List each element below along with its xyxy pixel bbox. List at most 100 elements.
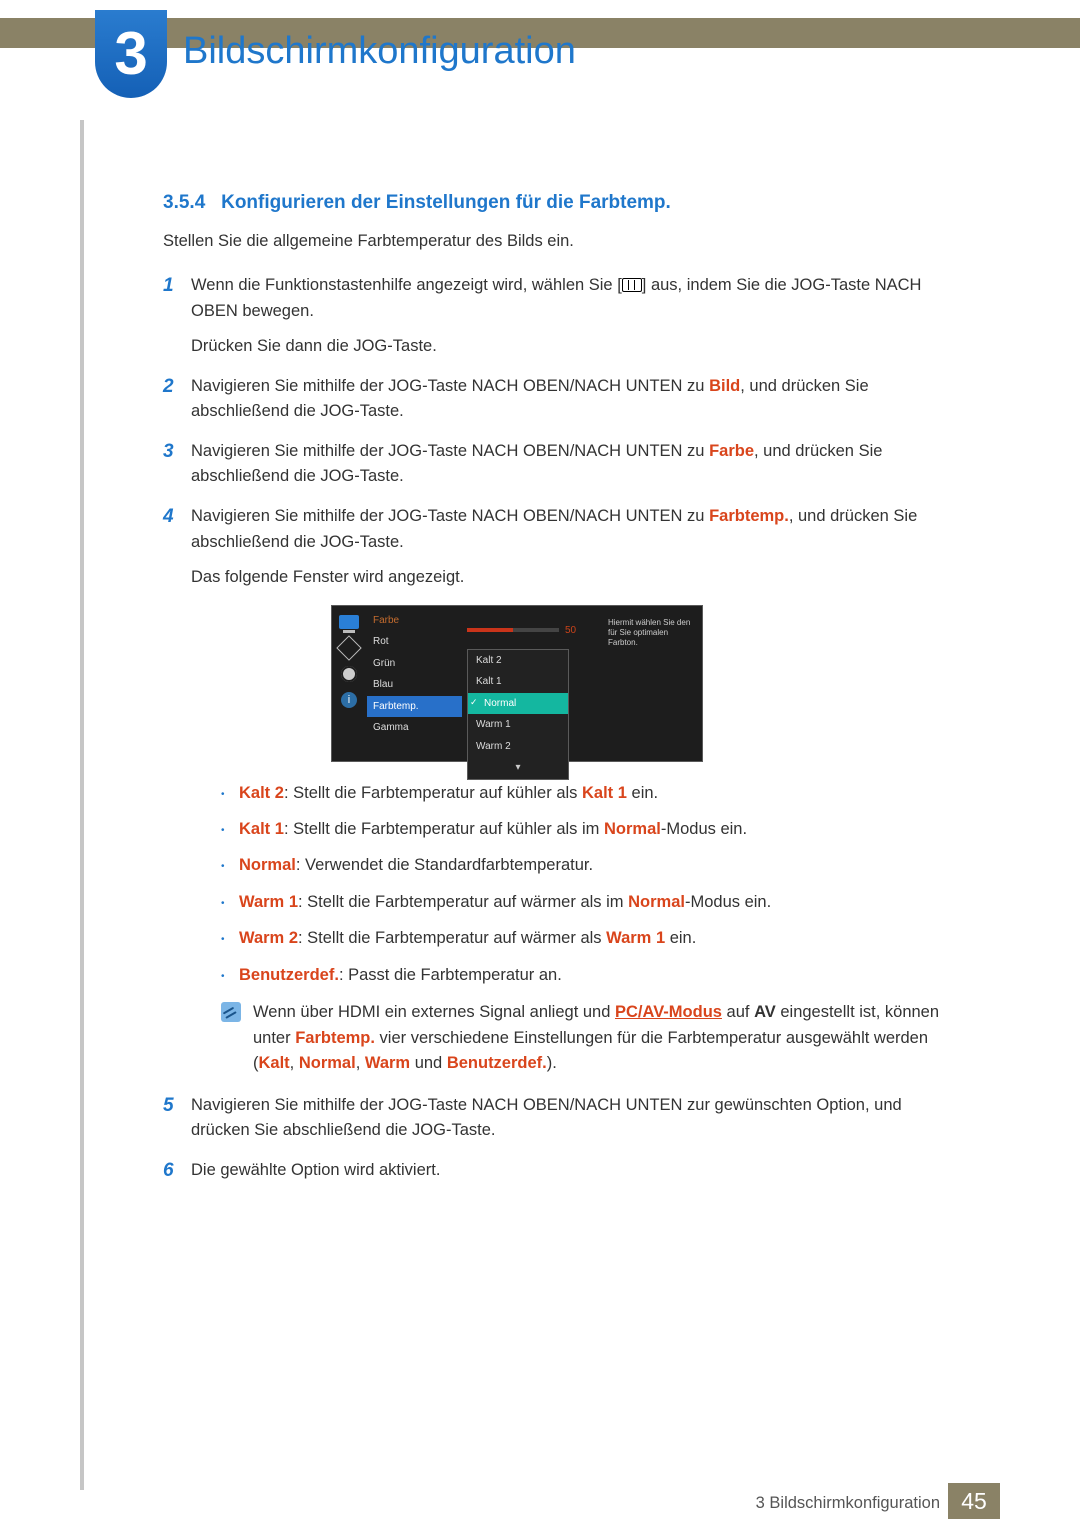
note-link: PC/AV-Modus — [615, 1003, 722, 1021]
step-3-pre: Navigieren Sie mithilfe der JOG-Taste NA… — [191, 442, 709, 460]
option-name: Kalt 2 — [239, 784, 284, 802]
step-number: 1 — [163, 271, 174, 300]
osd-menu-item: Blau — [367, 674, 462, 696]
note-frag: , — [290, 1054, 299, 1072]
osd-menu-item-selected: Farbtemp. — [367, 696, 462, 718]
option-normal: Normal: Verwendet die Standardfarbtemper… — [221, 852, 963, 878]
step-6-text: Die gewählte Option wird aktiviert. — [191, 1161, 440, 1179]
option-warm2: Warm 2: Stellt die Farbtemperatur auf wä… — [221, 925, 963, 951]
step-6: 6 Die gewählte Option wird aktiviert. — [163, 1158, 963, 1184]
note-kw: Normal — [299, 1054, 356, 1072]
osd-popup-item: Warm 1 — [468, 714, 568, 736]
osd-slider — [467, 628, 559, 632]
content-area: 3.5.4 Konfigurieren der Einstellungen fü… — [163, 192, 963, 1197]
intro-text: Stellen Sie die allgemeine Farbtemperatu… — [163, 232, 963, 251]
option-text: : Stellt die Farbtemperatur auf kühler a… — [284, 784, 582, 802]
step-5: 5 Navigieren Sie mithilfe der JOG-Taste … — [163, 1093, 963, 1144]
option-text: : Stellt die Farbtemperatur auf wärmer a… — [298, 893, 628, 911]
options-list: Kalt 2: Stellt die Farbtemperatur auf kü… — [221, 780, 963, 988]
note-frag: auf — [722, 1003, 754, 1021]
step-number: 3 — [163, 437, 174, 466]
picture-icon — [338, 612, 360, 632]
note-frag: ). — [547, 1054, 557, 1072]
option-benutzerdef: Benutzerdef.: Passt die Farbtemperatur a… — [221, 962, 963, 988]
step-number: 5 — [163, 1091, 174, 1120]
option-ref: Warm 1 — [606, 929, 665, 947]
osd-popup-item: Warm 2 — [468, 736, 568, 758]
section-title: Konfigurieren der Einstellungen für die … — [221, 192, 671, 213]
step-3-kw: Farbe — [709, 442, 754, 460]
option-text: : Verwendet die Standardfarbtemperatur. — [296, 856, 593, 874]
osd-slider-value: 50 — [565, 623, 576, 639]
option-name: Normal — [239, 856, 296, 874]
osd-sidebar: i — [335, 612, 363, 716]
note-icon — [221, 1002, 241, 1022]
step-1-sub: Drücken Sie dann die JOG-Taste. — [191, 334, 963, 360]
note-frag: und — [410, 1054, 447, 1072]
option-name: Benutzerdef. — [239, 966, 339, 984]
option-name: Warm 2 — [239, 929, 298, 947]
osd-hint: Hiermit wählen Sie den für Sie optimalen… — [608, 618, 696, 649]
move-icon — [338, 638, 360, 658]
step-4-pre: Navigieren Sie mithilfe der JOG-Taste NA… — [191, 507, 709, 525]
info-icon: i — [338, 690, 360, 710]
osd-menu-item: Gamma — [367, 717, 462, 739]
section-heading: 3.5.4 Konfigurieren der Einstellungen fü… — [163, 192, 963, 214]
osd-menu-item: Rot — [367, 631, 462, 653]
osd-menu-title: Farbe — [367, 610, 462, 632]
step-2-pre: Navigieren Sie mithilfe der JOG-Taste NA… — [191, 377, 709, 395]
chevron-down-icon: ▾ — [468, 757, 568, 779]
step-1-pre: Wenn die Funktionstastenhilfe angezeigt … — [191, 276, 622, 294]
option-tail: -Modus ein. — [685, 893, 771, 911]
option-tail: -Modus ein. — [661, 820, 747, 838]
osd-popup: Kalt 2 Kalt 1 Normal Warm 1 Warm 2 ▾ — [467, 649, 569, 780]
step-4-kw: Farbtemp. — [709, 507, 789, 525]
osd-menu: Farbe Rot Grün Blau Farbtemp. Gamma — [367, 610, 462, 739]
chapter-number-badge: 3 — [95, 10, 167, 98]
option-name: Warm 1 — [239, 893, 298, 911]
note: Wenn über HDMI ein externes Signal anlie… — [221, 1000, 963, 1077]
option-text: : Stellt die Farbtemperatur auf wärmer a… — [298, 929, 606, 947]
step-1: 1 Wenn die Funktionstastenhilfe angezeig… — [163, 273, 963, 360]
note-text: Wenn über HDMI ein externes Signal anlie… — [253, 1000, 963, 1077]
page-number-badge: 45 — [948, 1483, 1000, 1519]
chapter-title: Bildschirmkonfiguration — [183, 30, 576, 73]
section-number: 3.5.4 — [163, 192, 205, 213]
osd-popup-item: Kalt 1 — [468, 671, 568, 693]
steps-list: 1 Wenn die Funktionstastenhilfe angezeig… — [163, 273, 963, 1183]
option-ref: Normal — [604, 820, 661, 838]
note-frag: Wenn über HDMI ein externes Signal anlie… — [253, 1003, 615, 1021]
osd-popup-item: Kalt 2 — [468, 650, 568, 672]
step-2-kw: Bild — [709, 377, 740, 395]
footer: 3 Bildschirmkonfiguration 45 — [0, 1487, 1080, 1527]
step-5-text: Navigieren Sie mithilfe der JOG-Taste NA… — [191, 1096, 902, 1140]
footer-text: 3 Bildschirmkonfiguration — [756, 1494, 940, 1513]
menu-icon — [622, 278, 642, 292]
option-warm1: Warm 1: Stellt die Farbtemperatur auf wä… — [221, 889, 963, 915]
option-tail: ein. — [627, 784, 658, 802]
note-frag: , — [356, 1054, 365, 1072]
step-number: 2 — [163, 372, 174, 401]
osd-popup-item-selected: Normal — [468, 693, 568, 715]
step-3: 3 Navigieren Sie mithilfe der JOG-Taste … — [163, 439, 963, 490]
option-ref: Kalt 1 — [582, 784, 627, 802]
note-bold: AV — [754, 1003, 776, 1021]
gear-icon — [338, 664, 360, 684]
step-number: 6 — [163, 1156, 174, 1185]
osd-slider-fill — [467, 628, 513, 632]
option-ref: Normal — [628, 893, 685, 911]
step-4: 4 Navigieren Sie mithilfe der JOG-Taste … — [163, 504, 963, 1077]
note-kw: Warm — [365, 1054, 410, 1072]
note-kw: Kalt — [259, 1054, 290, 1072]
osd-menu-item: Grün — [367, 653, 462, 675]
note-kw: Benutzerdef. — [447, 1054, 547, 1072]
osd-screenshot: i Farbe Rot Grün Blau Farbtemp. Gamma 50… — [331, 605, 703, 762]
left-rail — [80, 120, 84, 1490]
option-tail: ein. — [665, 929, 696, 947]
step-4-sub: Das folgende Fenster wird angezeigt. — [191, 565, 963, 591]
option-kalt2: Kalt 2: Stellt die Farbtemperatur auf kü… — [221, 780, 963, 806]
option-text: : Stellt die Farbtemperatur auf kühler a… — [284, 820, 604, 838]
note-kw: Farbtemp. — [295, 1029, 375, 1047]
step-2: 2 Navigieren Sie mithilfe der JOG-Taste … — [163, 374, 963, 425]
option-kalt1: Kalt 1: Stellt die Farbtemperatur auf kü… — [221, 816, 963, 842]
